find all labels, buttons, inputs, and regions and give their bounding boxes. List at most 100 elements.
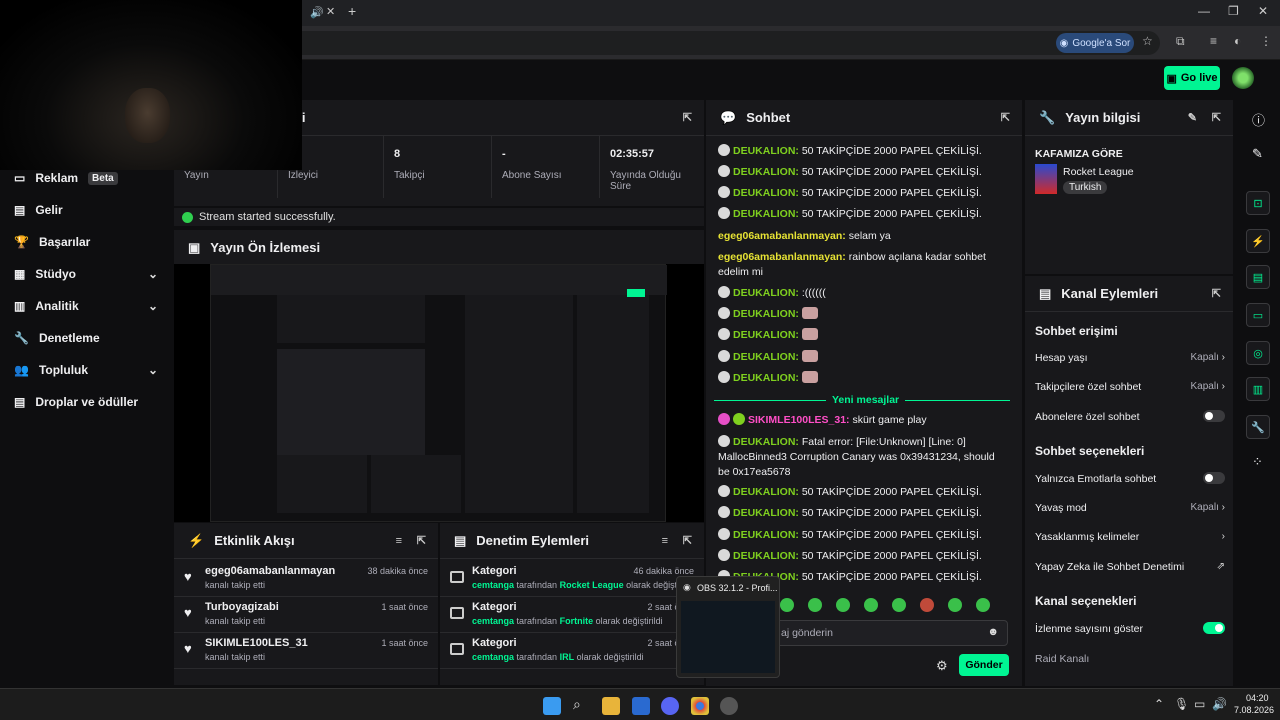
emote-icon[interactable] (892, 598, 906, 612)
popout-icon[interactable]: ⇱ (1001, 111, 1010, 124)
google-ask-button[interactable]: ◉ Google'a Sor (1056, 33, 1134, 53)
file-explorer-icon[interactable] (602, 697, 620, 715)
chat-user[interactable]: SIKIMLE100LES_31: (748, 414, 850, 426)
chat-user[interactable]: DEUKALION: (733, 287, 799, 299)
emote-only-toggle[interactable] (1203, 472, 1225, 484)
search-icon[interactable]: ⌕ (573, 696, 581, 713)
avatar[interactable] (1232, 67, 1254, 89)
setting-slow-mode[interactable]: Yavaş mod Kapalı › (1035, 502, 1225, 514)
volume-icon[interactable]: 🔊 (1212, 697, 1227, 711)
chat-user[interactable]: DEUKALION: (733, 507, 799, 519)
clock-time[interactable]: 04:20 (1246, 693, 1269, 703)
microphone-icon[interactable]: 🎙 (1174, 697, 1189, 711)
sidebar-item-gelir[interactable]: ▤ Gelir (14, 199, 164, 221)
broadcast-button[interactable]: ◎ (1246, 341, 1270, 365)
chat-user[interactable]: DEUKALION: (733, 550, 799, 562)
chat-user[interactable]: DEUKALION: (733, 329, 799, 341)
sidebar-item-studyo[interactable]: ▦ Stüdyo ⌄ (14, 263, 164, 285)
chat-user[interactable]: DEUKALION: (733, 145, 799, 157)
emote-icon[interactable] (780, 598, 794, 612)
speaker-icon[interactable]: 🔊 (310, 6, 324, 19)
notes-button[interactable]: ▤ (1246, 265, 1270, 289)
wrench-quick-button[interactable]: 🔧 (1246, 415, 1270, 439)
chat-user[interactable]: DEUKALION: (733, 351, 799, 363)
emote-icon[interactable] (808, 598, 822, 612)
sidebar-item-reklam[interactable]: ▭ Reklam Beta (14, 167, 164, 189)
game-name[interactable]: Rocket League (1063, 166, 1134, 178)
list-item[interactable]: ♥ SIKIMLE100LES_31 kanalı takip etti 1 saat… (174, 635, 438, 669)
maximize-icon[interactable]: ❐ (1228, 4, 1239, 18)
settings-quick-button[interactable]: ▥ (1246, 377, 1270, 401)
obs-preview-popup[interactable]: ◉ OBS 32.1.2 - Profi... (676, 576, 780, 678)
emote-icon[interactable] (976, 598, 990, 612)
extensions-icon[interactable]: ⧉ (1176, 34, 1185, 49)
gear-icon[interactable]: ⚙ (936, 658, 948, 674)
stream-preview[interactable] (174, 264, 704, 522)
profile-icon[interactable]: ◐ (1234, 34, 1241, 48)
setting-followers-only[interactable]: Takipçilere özel sohbet Kapalı › (1035, 381, 1225, 393)
windows-start-icon[interactable] (543, 697, 561, 715)
chat-user[interactable]: DEUKALION: (733, 486, 799, 498)
setting-raid[interactable]: Raid Kanalı (1035, 653, 1225, 665)
setting-banned-words[interactable]: Yasaklanmış kelimeler › (1035, 531, 1225, 543)
chat-user[interactable]: DEUKALION: (733, 436, 799, 448)
emoji-icon[interactable]: ☻ (987, 626, 999, 638)
minimize-icon[interactable]: — (1198, 4, 1210, 18)
go-live-button[interactable]: ▣ Go live (1164, 66, 1220, 90)
show-views-toggle[interactable] (1203, 622, 1225, 634)
clip-button[interactable]: ⊡ (1246, 191, 1270, 215)
setting-ai-moderation[interactable]: Yapay Zeka ile Sohbet Denetimi ⇗ (1035, 561, 1225, 573)
chat-user[interactable]: egeg06amabanlanmayan: (718, 251, 846, 263)
chat-quick-button[interactable]: ▭ (1246, 303, 1270, 327)
sidebar-item-analitik[interactable]: ▥ Analitik ⌄ (14, 295, 164, 317)
chrome-icon[interactable] (691, 697, 709, 715)
pencil-icon[interactable]: ✎ (1252, 146, 1263, 162)
emote-icon[interactable] (920, 598, 934, 612)
chat-user[interactable]: DEUKALION: (733, 187, 799, 199)
chat-user[interactable]: DEUKALION: (733, 308, 799, 320)
filter-icon[interactable]: ≡ (662, 535, 668, 547)
tray-chevron-icon[interactable]: ⌃ (1154, 697, 1164, 711)
sidebar-item-droplar[interactable]: ▤ Droplar ve ödüller (14, 391, 164, 413)
close-tab-icon[interactable]: ✕ (326, 5, 335, 18)
chat-user[interactable]: DEUKALION: (733, 208, 799, 220)
media-icon[interactable]: ≡ (1210, 34, 1217, 48)
network-icon[interactable]: ▭ (1194, 697, 1205, 711)
sidebar-item-denetleme[interactable]: 🔧 Denetleme (14, 327, 164, 349)
list-item[interactable]: ♥ egeg06amabanlanmayan kanalı takip etti 38… (174, 563, 438, 597)
edit-icon[interactable]: ✎ (1188, 111, 1197, 124)
info-icon[interactable]: ⓘ (1252, 110, 1265, 129)
chat-user[interactable]: egeg06amabanlanmayan: (718, 230, 846, 242)
popout-icon[interactable]: ⇱ (417, 534, 426, 547)
sidebar-item-basarilar[interactable]: 🏆 Başarılar (14, 231, 164, 253)
list-item[interactable]: ♥ Turboyagizabi kanalı takip etti 1 saat ön… (174, 599, 438, 633)
send-button[interactable]: Gönder (959, 654, 1009, 676)
menu-icon[interactable]: ⋮ (1260, 34, 1272, 48)
popout-icon[interactable]: ⇱ (683, 111, 692, 124)
filter-icon[interactable]: ≡ (396, 535, 402, 547)
obs-taskbar-icon[interactable] (720, 697, 738, 715)
emote-icon[interactable] (864, 598, 878, 612)
tag-chip[interactable]: Turkish (1063, 181, 1108, 194)
more-icon[interactable]: ⁘ (1252, 454, 1263, 470)
popout-icon[interactable]: ⇱ (1212, 287, 1221, 300)
list-item[interactable]: Kategori cemtanga tarafından Rocket Leagu… (440, 563, 704, 597)
emote-icon[interactable] (836, 598, 850, 612)
flash-button[interactable]: ⚡ (1246, 229, 1270, 253)
chat-user[interactable]: DEUKALION: (733, 372, 799, 384)
new-tab-button[interactable]: + (348, 3, 356, 19)
subscribers-only-toggle[interactable] (1203, 410, 1225, 422)
outlook-icon[interactable] (632, 697, 650, 715)
star-icon[interactable]: ☆ (1142, 34, 1153, 48)
sidebar-item-topluluk[interactable]: 👥 Topluluk ⌄ (14, 359, 164, 381)
clock-date[interactable]: 7.08.2026 (1234, 705, 1274, 715)
list-item[interactable]: Kategori cemtanga tarafından Fortnite ola… (440, 599, 704, 633)
chat-user[interactable]: DEUKALION: (733, 166, 799, 178)
chat-user[interactable]: DEUKALION: (733, 529, 799, 541)
list-item[interactable]: Kategori cemtanga tarafından IRL olarak d… (440, 635, 704, 669)
emote-icon[interactable] (948, 598, 962, 612)
popout-icon[interactable]: ⇱ (1212, 111, 1221, 124)
setting-account-age[interactable]: Hesap yaşı Kapalı › (1035, 352, 1225, 364)
close-window-icon[interactable]: ✕ (1258, 4, 1268, 18)
discord-icon[interactable] (661, 697, 679, 715)
